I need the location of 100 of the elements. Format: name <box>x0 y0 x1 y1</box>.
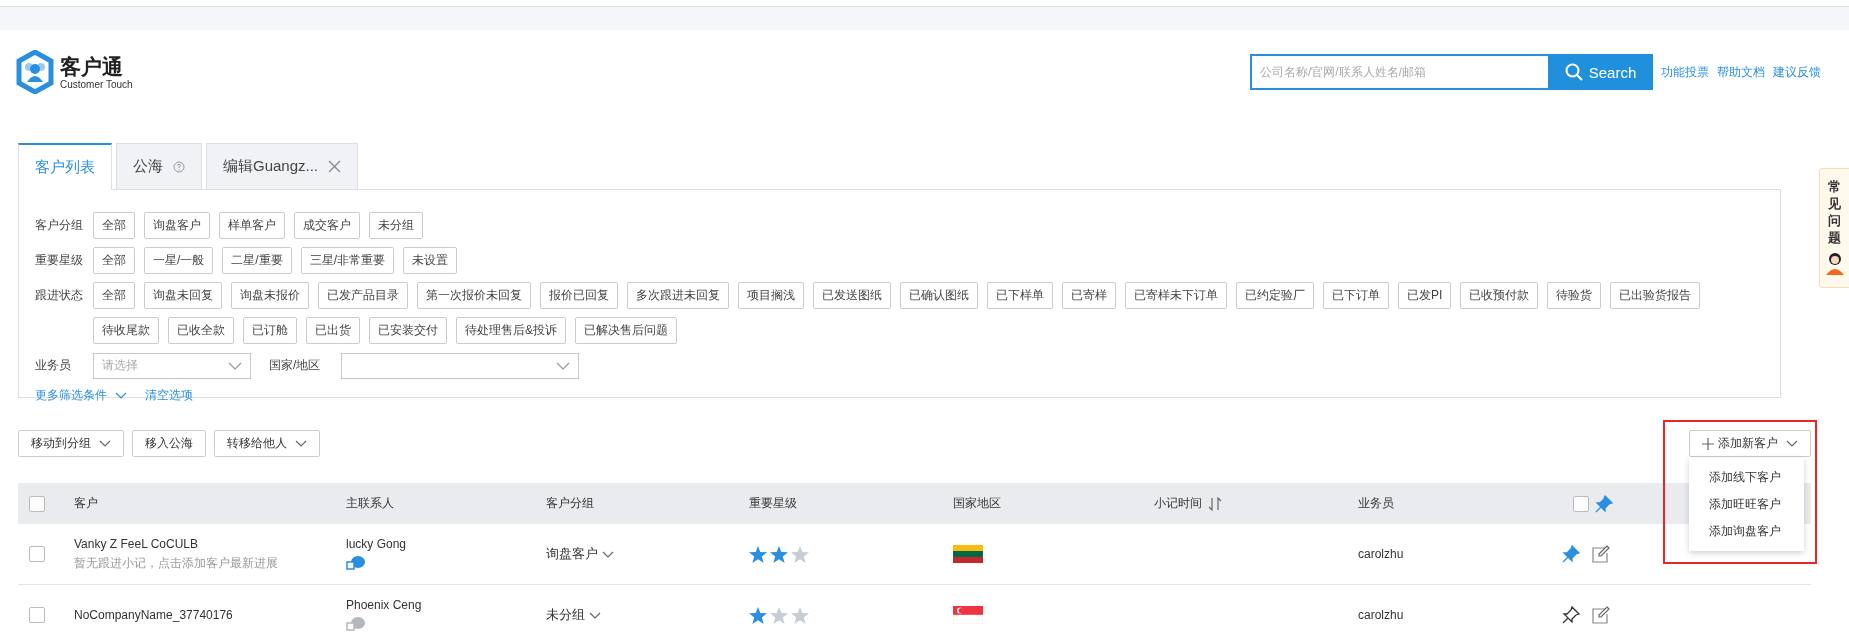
filter-option[interactable]: 三星/非常重要 <box>300 247 395 274</box>
filter-option[interactable]: 询盘未报价 <box>231 282 309 309</box>
customer-name[interactable]: NoCompanyName_37740176 <box>74 608 233 622</box>
header-link[interactable]: 帮助文档 <box>1717 63 1765 81</box>
contact-name[interactable]: lucky Gong <box>346 537 407 551</box>
chat-icon[interactable] <box>346 616 366 632</box>
action-button[interactable]: 移入公海 <box>132 430 206 457</box>
checkbox[interactable] <box>1573 495 1589 512</box>
action-button[interactable]: 转移给他人 <box>214 430 320 457</box>
filter-option[interactable]: 二星/重要 <box>222 247 292 274</box>
filter-option[interactable]: 已下订单 <box>1323 282 1389 309</box>
column-header: 客户 <box>74 495 98 512</box>
filter-option[interactable]: 待验货 <box>1547 282 1602 309</box>
customer-name[interactable]: Vanky Z FeeL CoCULB <box>74 536 199 551</box>
filter-option[interactable]: 已约定验厂 <box>1236 282 1314 309</box>
header-link[interactable]: 建议反馈 <box>1773 63 1821 81</box>
filter-option[interactable]: 已确认图纸 <box>900 282 978 309</box>
filter-label: 国家/地区 <box>269 357 322 374</box>
filter-option[interactable]: 样单客户 <box>219 212 285 239</box>
edit-icon[interactable] <box>1592 606 1610 624</box>
logo-title: 客户通 <box>60 54 124 79</box>
filter-option[interactable]: 第一次报价未回复 <box>417 282 531 309</box>
column-header: 业务员 <box>1358 495 1394 512</box>
filter-option[interactable]: 已下样单 <box>987 282 1053 309</box>
contact-name[interactable]: Phoenix Ceng <box>346 598 422 612</box>
filter-option[interactable]: 已寄样未下订单 <box>1125 282 1227 309</box>
filter-option[interactable]: 全部 <box>93 212 135 239</box>
action-button[interactable]: 移动到分组 <box>18 430 124 457</box>
filter-option[interactable]: 一星/一般 <box>144 247 214 274</box>
filter-option[interactable]: 项目搁浅 <box>738 282 804 309</box>
header-link[interactable]: 功能投票 <box>1661 63 1709 81</box>
menu-item[interactable]: 添加询盘客户 <box>1689 518 1804 545</box>
filter-option[interactable]: 已发PI <box>1398 282 1452 309</box>
filter-option[interactable]: 已出验货报告 <box>1610 282 1701 309</box>
chevron-icon <box>556 361 570 370</box>
caret-icon <box>602 550 614 558</box>
chat-icon[interactable] <box>346 555 366 571</box>
filter-option[interactable]: 待处理售后&投诉 <box>456 317 566 344</box>
star-icon[interactable] <box>749 545 767 563</box>
pin-icon[interactable] <box>1562 606 1580 624</box>
filter-option[interactable]: 全部 <box>93 247 135 274</box>
filter-label: 客户分组 <box>35 217 84 234</box>
faq-tab[interactable]: 常见问题 <box>1819 168 1849 288</box>
filter-option[interactable]: 待收尾款 <box>93 317 159 344</box>
filter-option[interactable]: 询盘客户 <box>144 212 210 239</box>
filter-option[interactable]: 未分组 <box>369 212 423 239</box>
group-dropdown[interactable]: 未分组 <box>546 606 601 624</box>
chevron-icon <box>228 361 242 370</box>
filter-link[interactable]: 更多筛选条件 <box>35 387 127 404</box>
close-icon[interactable] <box>328 160 342 173</box>
star-icon[interactable] <box>749 606 767 624</box>
column-header: 国家地区 <box>953 495 1001 512</box>
filter-option[interactable]: 已寄样 <box>1062 282 1116 309</box>
salesperson: carolzhu <box>1358 608 1404 622</box>
checkbox[interactable] <box>29 546 45 562</box>
search-icon <box>1564 63 1583 81</box>
filter-option[interactable]: 已订舱 <box>243 317 297 344</box>
star-icon[interactable] <box>791 606 809 624</box>
group-dropdown[interactable]: 询盘客户 <box>546 545 614 563</box>
edit-icon[interactable] <box>1592 545 1610 563</box>
filter-option[interactable]: 全部 <box>93 282 135 309</box>
add-customer-button[interactable]: 添加新客户 <box>1689 430 1811 457</box>
checkbox[interactable] <box>29 495 45 512</box>
menu-item[interactable]: 添加旺旺客户 <box>1689 491 1804 518</box>
search-field[interactable]: 公司名称/官网/联系人姓名/邮箱 <box>1250 54 1548 90</box>
tab[interactable]: 公海 <box>116 143 202 189</box>
filter-option[interactable]: 已解决售后问题 <box>575 317 677 344</box>
menu-item[interactable]: 添加线下客户 <box>1689 464 1804 491</box>
column-header: 重要星级 <box>749 495 797 512</box>
person-icon <box>1823 250 1846 275</box>
filter-option[interactable]: 已发送图纸 <box>813 282 891 309</box>
filter-option[interactable]: 报价已回复 <box>540 282 618 309</box>
filter-option[interactable]: 成交客户 <box>294 212 360 239</box>
checkbox[interactable] <box>29 607 45 623</box>
filter-label: 跟进状态 <box>35 287 84 304</box>
caret-icon <box>1786 440 1798 447</box>
star-icon[interactable] <box>770 545 788 563</box>
filter-option[interactable]: 已出货 <box>306 317 360 344</box>
salesperson: carolzhu <box>1358 547 1404 561</box>
filter-option[interactable]: 已收预付款 <box>1460 282 1539 309</box>
column-header: 客户分组 <box>546 495 594 512</box>
filter-option[interactable]: 多次跟进未回复 <box>627 282 729 309</box>
caret-icon <box>115 392 127 399</box>
sort-icon[interactable] <box>1208 496 1222 511</box>
logo-subtitle: Customer Touch <box>60 78 133 90</box>
help-icon <box>173 160 185 173</box>
star-icon[interactable] <box>770 606 788 624</box>
filter-option[interactable]: 未设置 <box>403 247 458 274</box>
caret-icon <box>295 440 307 447</box>
filter-option[interactable]: 已发产品目录 <box>318 282 408 309</box>
filter-link[interactable]: 清空选项 <box>145 387 193 404</box>
tab[interactable]: 客户列表 <box>18 143 112 190</box>
tab[interactable]: 编辑Guangz... <box>206 143 359 189</box>
filter-option[interactable]: 已安装交付 <box>369 317 447 344</box>
star-icon[interactable] <box>791 545 809 563</box>
plus-icon <box>1702 437 1714 450</box>
select-field[interactable] <box>341 352 579 379</box>
filter-option[interactable]: 询盘未回复 <box>144 282 222 309</box>
filter-option[interactable]: 已收全款 <box>168 317 234 344</box>
logo-icon <box>16 50 54 94</box>
